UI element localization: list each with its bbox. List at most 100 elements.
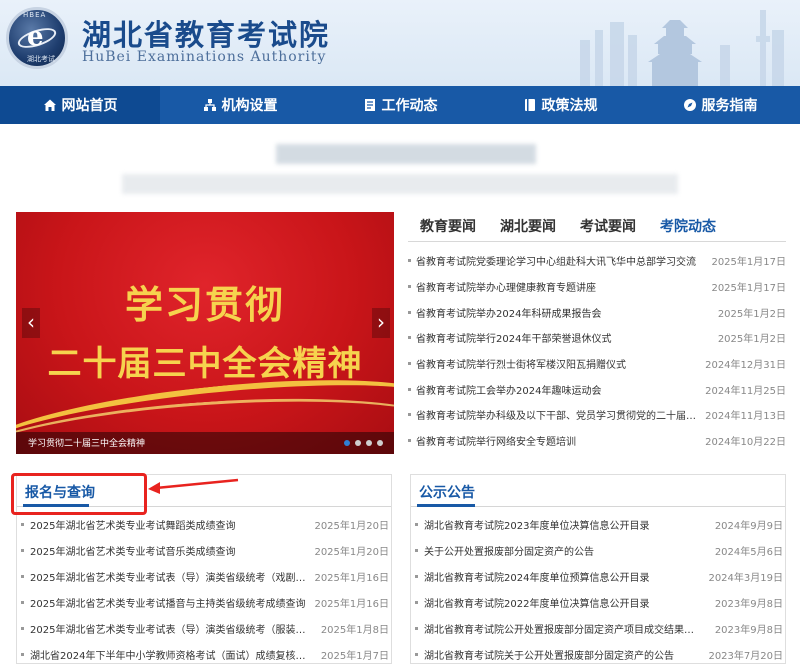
slider-next-button[interactable]: › — [372, 308, 390, 338]
announcement-title[interactable]: 湖北省教育考试院2024年度单位预算信息公开目录 — [424, 569, 708, 584]
list-item[interactable]: 省教育考试院举办2024年科研成果报告会 2025年1月2日 — [408, 299, 786, 325]
list-item[interactable]: 湖北省2024年下半年中小学教师资格考试（面试）成绩复核… 2025年1月7日 — [21, 641, 389, 667]
list-item[interactable]: 省教育考试院举办心理健康教育专题讲座 2025年1月17日 — [408, 274, 786, 300]
registration-item-date: 2025年1月16日 — [314, 572, 389, 584]
news-date: 2024年10月22日 — [705, 437, 786, 449]
registration-item-title[interactable]: 湖北省2024年下半年中小学教师资格考试（面试）成绩复核… — [30, 647, 321, 662]
image-slider[interactable]: 学习贯彻 二十届三中全会精神 — [16, 212, 394, 454]
slider-dot[interactable] — [366, 440, 372, 446]
registration-item-title[interactable]: 2025年湖北省艺术类专业考试舞蹈类成绩查询 — [30, 517, 314, 532]
nav-service-label: 服务指南 — [701, 98, 758, 114]
news-date: 2025年1月2日 — [717, 334, 786, 346]
announcement-date: 2023年9月8日 — [714, 624, 783, 636]
highlight-box — [11, 473, 147, 515]
slide-headline-2: 二十届三中全会精神 — [47, 344, 363, 384]
news-title[interactable]: 省教育考试院举行2024年干部荣誉退休仪式 — [416, 330, 718, 345]
list-item[interactable]: 湖北省教育考试院2023年度单位决算信息公开目录 2024年9月9日 — [415, 511, 783, 537]
skyline-decoration-icon — [580, 10, 784, 86]
logo-top-text: HBEA — [23, 11, 47, 19]
news-title[interactable]: 省教育考试院举行网络安全专题培训 — [416, 433, 705, 448]
announcement-date: 2024年3月19日 — [708, 572, 783, 584]
slider-dot[interactable] — [355, 440, 361, 446]
list-item[interactable]: 湖北省教育考试院关于公开处置报废部分固定资产的公告 2023年7月20日 — [415, 641, 783, 667]
slider-dot[interactable] — [344, 440, 350, 446]
slider-prev-button[interactable]: ‹ — [22, 308, 40, 338]
nav-organization[interactable]: 机构设置 — [160, 86, 320, 124]
announcement-title[interactable]: 湖北省教育考试院2022年度单位决算信息公开目录 — [424, 595, 715, 610]
blurred-banner-subtitle — [122, 174, 678, 194]
list-item[interactable]: 关于公开处置报废部分固定资产的公告 2024年5月6日 — [415, 537, 783, 563]
list-item[interactable]: 省教育考试院举行网络安全专题培训 2024年10月22日 — [408, 428, 786, 454]
list-item[interactable]: 省教育考试院工会举办2024年趣味运动会 2024年11月25日 — [408, 376, 786, 402]
list-item[interactable]: 湖北省教育考试院2024年度单位预算信息公开目录 2024年3月19日 — [415, 563, 783, 589]
announcements-title[interactable]: 公示公告 — [419, 482, 475, 502]
news-title[interactable]: 省教育考试院举行烈士街将军楼汉阳瓦捐赠仪式 — [416, 356, 705, 371]
site-logo[interactable]: HBEA e 湖北考试 — [6, 7, 68, 69]
news-title[interactable]: 省教育考试院工会举办2024年趣味运动会 — [416, 382, 705, 397]
site-subtitle: HuBei Examinations Authority — [82, 49, 327, 65]
registration-item-title[interactable]: 2025年湖北省艺术类专业考试表（导）演类省级统考（服装… — [30, 621, 321, 636]
list-item[interactable]: 省教育考试院党委理论学习中心组赴科大讯飞华中总部学习交流 2025年1月17日 — [408, 248, 786, 274]
registration-item-title[interactable]: 2025年湖北省艺术类专业考试音乐类成绩查询 — [30, 543, 314, 558]
news-date: 2024年12月31日 — [705, 360, 786, 372]
tab-hubei-news[interactable]: 湖北要闻 — [488, 212, 568, 242]
news-title[interactable]: 省教育考试院举办心理健康教育专题讲座 — [416, 279, 711, 294]
announcement-date: 2023年7月20日 — [708, 650, 783, 662]
slider-dots — [344, 440, 383, 446]
registration-item-date: 2025年1月7日 — [320, 650, 389, 662]
list-item[interactable]: 2025年湖北省艺术类专业考试播音与主持类省级统考成绩查询 2025年1月16日 — [21, 589, 389, 615]
list-item[interactable]: 省教育考试院举行烈士街将军楼汉阳瓦捐赠仪式 2024年12月31日 — [408, 351, 786, 377]
list-item[interactable]: 省教育考试院举办科级及以下干部、党员学习贯彻党的二十届… 2024年11月13日 — [408, 402, 786, 428]
compass-icon — [683, 99, 696, 111]
news-date: 2025年1月17日 — [711, 283, 786, 295]
org-chart-icon — [203, 99, 216, 111]
nav-organization-label: 机构设置 — [221, 98, 278, 114]
news-date: 2025年1月17日 — [711, 257, 786, 269]
list-item[interactable]: 湖北省教育考试院公开处置报废部分固定资产项目成交结果… 2023年9月8日 — [415, 615, 783, 641]
document-icon — [364, 99, 375, 111]
list-item[interactable]: 2025年湖北省艺术类专业考试音乐类成绩查询 2025年1月20日 — [21, 537, 389, 563]
slide-caption[interactable]: 学习贯彻二十届三中全会精神 — [28, 436, 145, 449]
news-title[interactable]: 省教育考试院举办科级及以下干部、党员学习贯彻党的二十届… — [416, 407, 705, 422]
news-title[interactable]: 省教育考试院党委理论学习中心组赴科大讯飞华中总部学习交流 — [416, 253, 711, 268]
list-item[interactable]: 2025年湖北省艺术类专业考试表（导）演类省级统考（服装… 2025年1月8日 — [21, 615, 389, 641]
nav-policy[interactable]: 政策法规 — [480, 86, 640, 124]
registration-item-date: 2025年1月20日 — [314, 546, 389, 558]
list-item[interactable]: 省教育考试院举行2024年干部荣誉退休仪式 2025年1月2日 — [408, 325, 786, 351]
announcement-title[interactable]: 关于公开处置报废部分固定资产的公告 — [424, 543, 715, 558]
book-icon — [524, 99, 535, 111]
tab-education-news[interactable]: 教育要闻 — [408, 212, 488, 242]
registration-item-date: 2025年1月16日 — [314, 598, 389, 610]
logo-bottom-text: 湖北考试 — [27, 55, 55, 63]
announcement-title[interactable]: 湖北省教育考试院2023年度单位决算信息公开目录 — [424, 517, 715, 532]
announcements-panel: 公示公告 湖北省教育考试院2023年度单位决算信息公开目录 2024年9月9日 关… — [410, 474, 786, 664]
news-date: 2024年11月13日 — [705, 411, 786, 423]
tab-institute-news[interactable]: 考院动态 — [648, 212, 728, 242]
nav-home[interactable]: 网站首页 — [0, 86, 160, 124]
site-header: HBEA e 湖北考试 湖北省教育考试院 HuBei Examinations … — [0, 0, 800, 86]
panel-header: 公示公告 — [411, 475, 785, 507]
announcement-date: 2024年9月9日 — [714, 520, 783, 532]
list-item[interactable]: 湖北省教育考试院2022年度单位决算信息公开目录 2023年9月8日 — [415, 589, 783, 615]
registration-item-date: 2025年1月20日 — [314, 520, 389, 532]
nav-service[interactable]: 服务指南 — [640, 86, 800, 124]
news-tabs: 教育要闻 湖北要闻 考试要闻 考院动态 — [408, 212, 786, 242]
news-date: 2025年1月2日 — [717, 308, 786, 320]
registration-item-title[interactable]: 2025年湖北省艺术类专业考试播音与主持类省级统考成绩查询 — [30, 595, 314, 610]
nav-work-news[interactable]: 工作动态 — [320, 86, 480, 124]
announcement-date: 2024年5月6日 — [714, 546, 783, 558]
list-item[interactable]: 2025年湖北省艺术类专业考试表（导）演类省级统考（戏剧… 2025年1月16日 — [21, 563, 389, 589]
nav-work-news-label: 工作动态 — [381, 98, 438, 114]
nav-home-label: 网站首页 — [61, 98, 118, 114]
home-icon — [43, 99, 56, 111]
announcement-title[interactable]: 湖北省教育考试院关于公开处置报废部分固定资产的公告 — [424, 647, 708, 662]
announcements-list: 湖北省教育考试院2023年度单位决算信息公开目录 2024年9月9日 关于公开处置… — [415, 511, 783, 667]
tab-exam-news[interactable]: 考试要闻 — [568, 212, 648, 242]
registration-item-title[interactable]: 2025年湖北省艺术类专业考试表（导）演类省级统考（戏剧… — [30, 569, 314, 584]
news-title[interactable]: 省教育考试院举办2024年科研成果报告会 — [416, 305, 718, 320]
registration-list: 2025年湖北省艺术类专业考试舞蹈类成绩查询 2025年1月20日 2025年湖北… — [21, 511, 389, 667]
announcement-title[interactable]: 湖北省教育考试院公开处置报废部分固定资产项目成交结果… — [424, 621, 715, 636]
slider-dot[interactable] — [377, 440, 383, 446]
slide-headline-1: 学习贯彻 — [124, 282, 285, 327]
registration-item-date: 2025年1月8日 — [320, 624, 389, 636]
